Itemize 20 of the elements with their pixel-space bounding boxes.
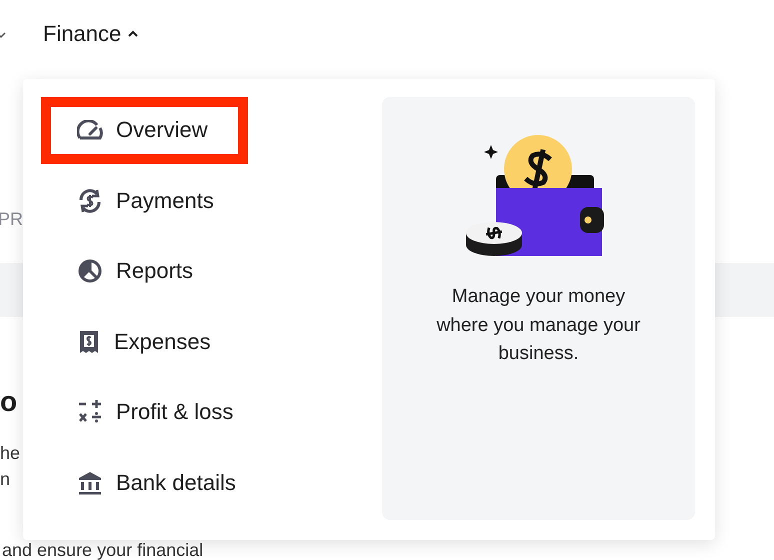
body-text: he	[0, 443, 20, 464]
bank-icon	[77, 470, 103, 496]
caret-icon	[127, 29, 140, 39]
currency-exchange-icon	[77, 188, 103, 214]
menu-item[interactable]: Profit & loss	[41, 379, 248, 446]
gauge-icon	[77, 120, 103, 140]
page-heading: o	[0, 386, 18, 418]
menu-item[interactable]: Reports	[41, 238, 248, 304]
math-operators-icon	[77, 399, 103, 426]
finance-nav-menu[interactable]: Finance	[43, 21, 140, 47]
receipt-icon	[77, 328, 101, 355]
menu-item[interactable]: Expenses	[41, 308, 248, 375]
pie-chart-icon	[77, 258, 103, 284]
body-text: and ensure your financial	[2, 540, 204, 560]
menu-item[interactable]: Overview	[41, 97, 248, 164]
caret-icon[interactable]	[0, 31, 6, 39]
body-text: n	[0, 469, 10, 490]
promo-text: Manage your money where you manage your business.	[436, 285, 642, 366]
menu-item[interactable]: Bank details	[41, 450, 248, 516]
menu-item[interactable]: Payments	[41, 168, 248, 234]
